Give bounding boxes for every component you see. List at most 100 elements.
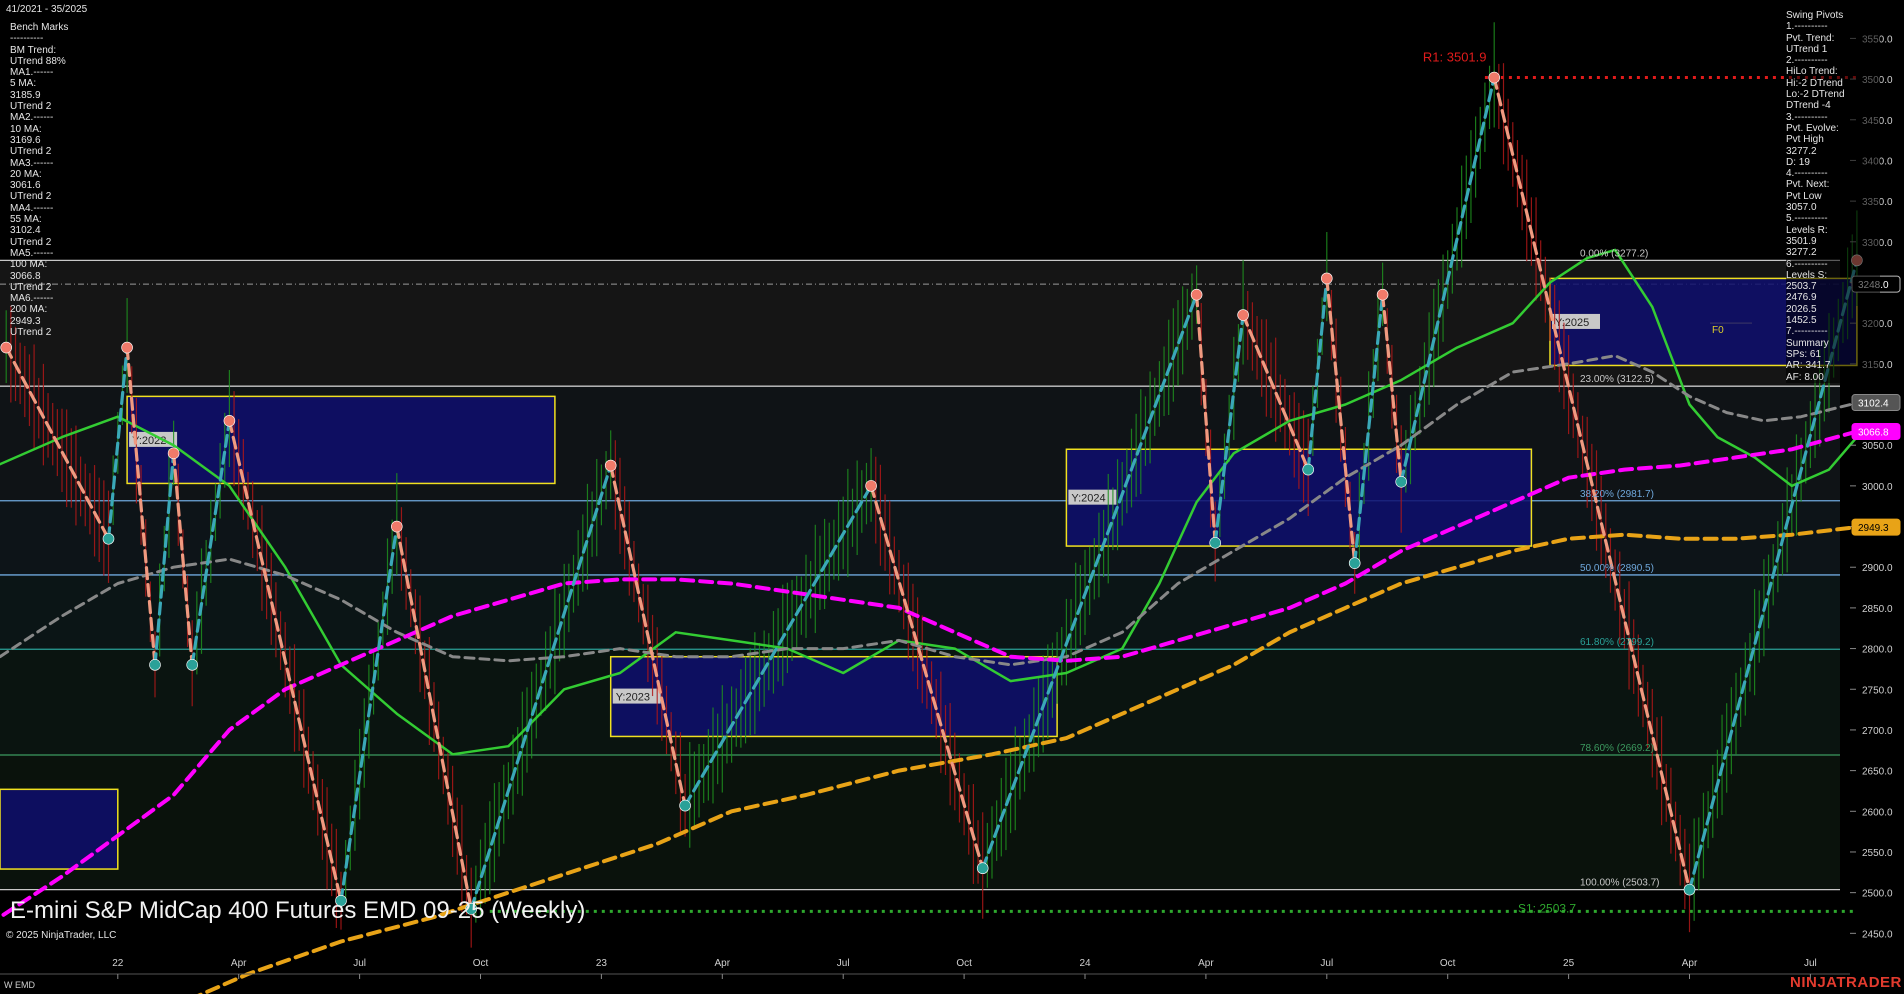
y-tick-label: 2550.0 [1862, 848, 1893, 859]
y-tick-label: 2650.0 [1862, 767, 1893, 778]
swing-low-marker [187, 659, 198, 670]
swing-high-marker [605, 460, 616, 471]
swing-low-marker [150, 659, 161, 670]
bench-marks-line: 3185.9 [10, 90, 72, 101]
x-tick-label: Oct [956, 958, 972, 969]
year-box-label: Y:2024 [1071, 493, 1105, 505]
x-tick-label: Oct [1440, 958, 1456, 969]
bench-marks-line: 3102.4 [10, 225, 72, 236]
symbol-footer: W EMD [4, 980, 35, 990]
x-tick-label: Apr [231, 958, 247, 969]
swing-low-marker [1684, 884, 1695, 895]
year-box-label: Y:2023 [616, 692, 650, 704]
y-tick-label: 2850.0 [1862, 604, 1893, 615]
fib-level-label: 100.00% (2503.7) [1580, 878, 1660, 889]
swing-pivots-panel: Swing Pivots1.----------Pvt. Trend:UTren… [1786, 10, 1880, 383]
swing-pivots-line: DTrend -4 [1786, 100, 1880, 111]
fib-level-label: 50.00% (2890.5) [1580, 563, 1654, 574]
bench-marks-line: BM Trend: [10, 45, 72, 56]
bench-marks-line: Bench Marks [10, 22, 72, 33]
bench-marks-line: 3066.8 [10, 271, 72, 282]
swing-pivots-line: 3.---------- [1786, 112, 1880, 123]
bench-marks-line: MA4.------ [10, 203, 72, 214]
bench-marks-line: 55 MA: [10, 214, 72, 225]
price-badge-label: 3102.4 [1858, 399, 1889, 410]
swing-high-marker [168, 448, 179, 459]
date-range: 41/2021 - 35/2025 [6, 4, 87, 15]
bench-marks-line: 3169.6 [10, 135, 72, 146]
price-chart[interactable]: Y:2022Y:2023Y:2024Y:2025 0.00% (3277.2)2… [0, 0, 1904, 994]
y-tick-label: 2900.0 [1862, 563, 1893, 574]
swing-pivots-line: 3277.2 [1786, 247, 1880, 258]
swing-pivots-line: 2476.9 [1786, 292, 1880, 303]
bench-marks-line: ---------- [10, 33, 72, 44]
x-tick-label: Oct [473, 958, 489, 969]
swing-pivots-line: Levels R: [1786, 225, 1880, 236]
swing-low-marker [1396, 476, 1407, 487]
swing-pivots-line: Pvt. Evolve: [1786, 123, 1880, 134]
y-tick-label: 2600.0 [1862, 807, 1893, 818]
swing-high-marker [1, 342, 12, 353]
bench-marks-line: MA1.------ [10, 67, 72, 78]
swing-pivots-line: 5.---------- [1786, 213, 1880, 224]
x-tick-label: 22 [112, 958, 124, 969]
x-tick-label: Jul [1320, 958, 1333, 969]
x-tick-label: Jul [353, 958, 366, 969]
ninjatrader-logo: NINJATRADER [1790, 974, 1902, 991]
year-box [0, 789, 118, 869]
year-box [127, 396, 555, 483]
y-tick-label: 2750.0 [1862, 685, 1893, 696]
swing-pivots-line: 3501.9 [1786, 236, 1880, 247]
x-tick-label: Apr [1682, 958, 1698, 969]
y-tick-label: 2700.0 [1862, 726, 1893, 737]
bench-marks-line: 20 MA: [10, 169, 72, 180]
bench-marks-line: MA2.------ [10, 112, 72, 123]
swing-pivots-line: Pvt High [1786, 134, 1880, 145]
swing-pivots-line: HiLo Trend: [1786, 66, 1880, 77]
price-badge-label: 3066.8 [1858, 428, 1889, 439]
y-tick-label: 3000.0 [1862, 482, 1893, 493]
swing-high-marker [391, 521, 402, 532]
swing-high-marker [1191, 289, 1202, 300]
copyright: © 2025 NinjaTrader, LLC [6, 930, 116, 941]
bench-marks-line: MA5.------ [10, 248, 72, 259]
swing-high-marker [122, 342, 133, 353]
swing-high-marker [1238, 310, 1249, 321]
swing-pivots-line: 2503.7 [1786, 281, 1880, 292]
swing-pivots-line: Pvt. Next: [1786, 179, 1880, 190]
x-tick-label: Jul [837, 958, 850, 969]
swing-pivots-line: Hi:-2 DTrend [1786, 78, 1880, 89]
swing-pivots-line: 3057.0 [1786, 202, 1880, 213]
swing-pivots-line: 7.---------- [1786, 326, 1880, 337]
x-tick-label: Apr [715, 958, 731, 969]
swing-low-marker [680, 800, 691, 811]
bench-marks-line: UTrend 2 [10, 237, 72, 248]
support-label: S1: 2503.7 [1518, 901, 1576, 915]
bench-marks-panel: Bench Marks----------BM Trend:UTrend 88%… [10, 22, 72, 338]
swing-pivots-line: 1452.5 [1786, 315, 1880, 326]
swing-pivots-line: Lo:-2 DTrend [1786, 89, 1880, 100]
bench-marks-line: MA3.------ [10, 158, 72, 169]
swing-pivots-line: 2026.5 [1786, 304, 1880, 315]
swing-high-marker [1489, 72, 1500, 83]
swing-pivots-line: Pvt Low [1786, 191, 1880, 202]
swing-low-marker [1303, 464, 1314, 475]
swing-high-marker [1321, 273, 1332, 284]
bench-marks-line: 10 MA: [10, 124, 72, 135]
bench-marks-line: UTrend 88% [10, 56, 72, 67]
price-badge-label: 2949.3 [1858, 523, 1889, 534]
bench-marks-line: MA6.------ [10, 293, 72, 304]
bench-marks-line: 3061.6 [10, 180, 72, 191]
swing-pivots-line: AR: 341.7 [1786, 360, 1880, 371]
bench-marks-line: 100 MA: [10, 259, 72, 270]
f0-label: F0 [1712, 325, 1724, 336]
fib-zone [0, 755, 1840, 890]
y-tick-label: 2450.0 [1862, 929, 1893, 940]
fib-level-label: 0.00% (3277.2) [1580, 248, 1648, 259]
x-tick-label: 23 [596, 958, 608, 969]
x-tick-label: Jul [1804, 958, 1817, 969]
swing-high-marker [224, 415, 235, 426]
swing-low-marker [103, 533, 114, 544]
swing-pivots-line: 3277.2 [1786, 146, 1880, 157]
bench-marks-line: UTrend 2 [10, 101, 72, 112]
